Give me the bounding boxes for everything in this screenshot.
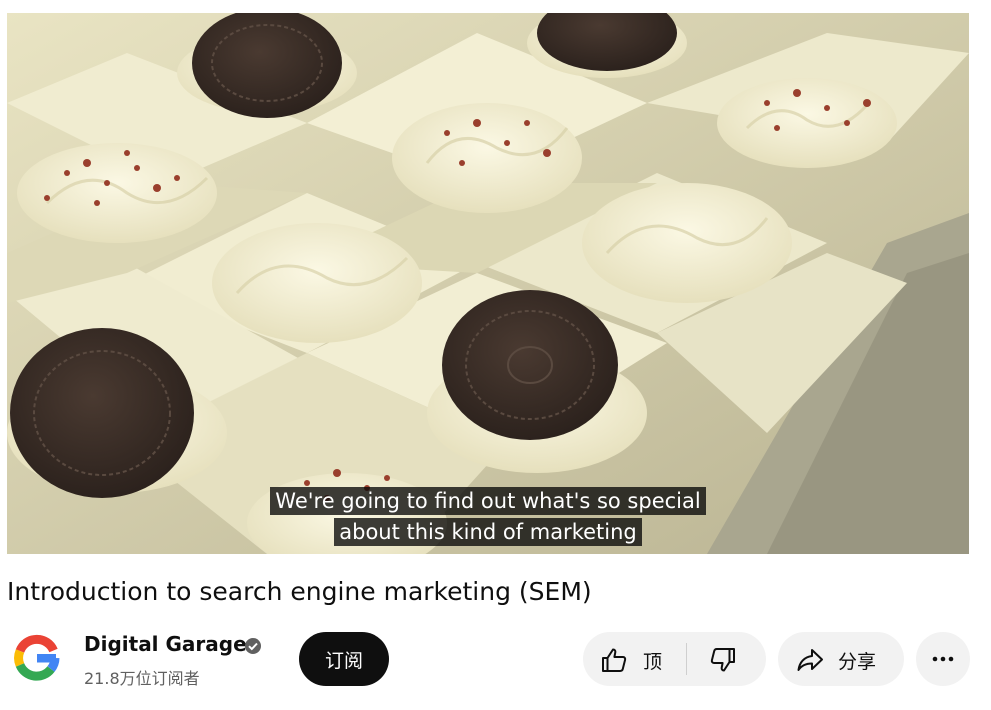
channel-name[interactable]: Digital Garage	[84, 632, 247, 656]
video-title: Introduction to search engine marketing …	[7, 577, 592, 606]
share-arrow-icon	[797, 649, 823, 671]
verified-check-icon	[245, 638, 261, 654]
google-g-logo-icon[interactable]	[9, 630, 65, 686]
dislike-button[interactable]	[687, 632, 766, 686]
video-frame	[7, 13, 969, 554]
caption-line-1: We're going to find out what's so specia…	[270, 487, 706, 515]
oreo-cookie	[192, 13, 342, 118]
thumbs-up-icon	[602, 648, 627, 672]
thumbs-down-icon	[710, 648, 735, 672]
like-button[interactable]: 顶	[583, 632, 686, 686]
captions: We're going to find out what's so specia…	[7, 487, 969, 549]
caption-line-2: about this kind of marketing	[334, 518, 642, 546]
more-actions-button[interactable]	[916, 632, 970, 686]
share-label: 分享	[838, 651, 877, 673]
like-dislike-group: 顶	[583, 632, 766, 686]
subscribe-button[interactable]: 订阅	[299, 632, 389, 686]
video-player[interactable]: We're going to find out what's so specia…	[7, 13, 969, 554]
more-horizontal-icon	[932, 656, 954, 662]
subscriber-count: 21.8万位订阅者	[84, 669, 200, 688]
share-button[interactable]: 分享	[778, 632, 904, 686]
like-label: 顶	[643, 651, 663, 673]
